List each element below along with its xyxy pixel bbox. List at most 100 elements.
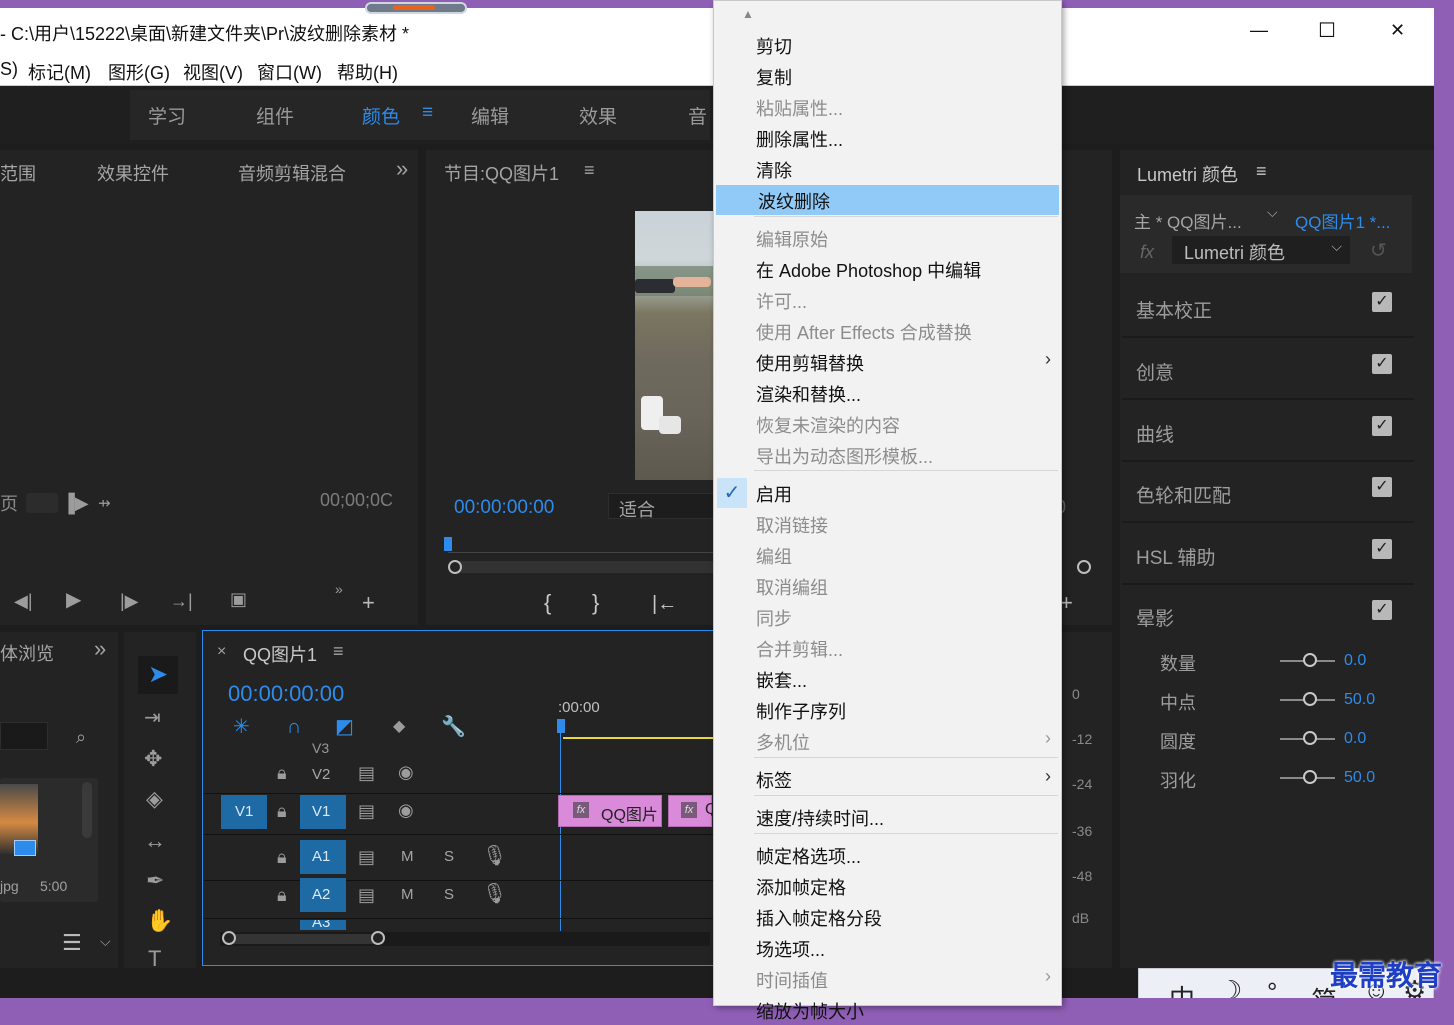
snap-icon[interactable]: ∩ xyxy=(287,717,301,737)
linked-selection-icon[interactable]: ◩ xyxy=(335,717,354,737)
minimize-button[interactable]: — xyxy=(1250,20,1268,41)
menu-item[interactable]: 插入帧定格分段 xyxy=(714,902,1061,932)
menu-item[interactable]: 制作子序列 xyxy=(714,695,1061,725)
menu-item[interactable]: 标签 › xyxy=(714,764,1061,794)
insert-marker-icon[interactable]: ⇸ xyxy=(98,496,111,511)
workspace-editing[interactable]: 编辑 xyxy=(471,102,509,129)
menu-item-markers[interactable]: 标记(M) xyxy=(28,59,91,85)
menu-item[interactable]: 取消链接 xyxy=(714,509,1061,539)
menu-item[interactable]: 编组 xyxy=(714,540,1061,570)
timeline-playhead-head[interactable] xyxy=(557,719,565,733)
timeline-clip[interactable]: fx QQ图片 xyxy=(558,795,662,827)
menu-item[interactable]: 导出为动态图形模板... xyxy=(714,440,1061,470)
menu-item-window[interactable]: 窗口(W) xyxy=(257,59,322,85)
insert-icon[interactable]: →| xyxy=(170,592,193,610)
menu-item[interactable]: 取消编组 xyxy=(714,571,1061,601)
vignette-midpoint-value[interactable]: 50.0 xyxy=(1344,691,1375,709)
lumetri-menu-icon[interactable]: ≡ xyxy=(1256,161,1267,182)
menu-item-sequence[interactable]: S) xyxy=(0,59,18,80)
lock-icon[interactable]: 🔒︎ xyxy=(277,802,287,820)
section-checkbox[interactable]: ✓ xyxy=(1372,354,1392,374)
solo-button[interactable]: S xyxy=(444,886,454,903)
zoom-handle-right[interactable] xyxy=(371,931,385,945)
mark-out-icon[interactable]: } xyxy=(592,592,599,614)
program-zoom-bar[interactable] xyxy=(450,561,720,573)
timeline-menu-icon[interactable]: ≡ xyxy=(333,641,344,662)
program-menu-icon[interactable]: ≡ xyxy=(584,160,595,181)
timeline-title[interactable]: QQ图片1 xyxy=(243,641,317,667)
mute-button[interactable]: M xyxy=(401,848,414,865)
lumetri-section-vignette[interactable]: 晕影 ✓ xyxy=(1122,586,1414,646)
timeline-close-icon[interactable]: × xyxy=(217,643,226,661)
close-button[interactable]: ✕ xyxy=(1390,20,1405,41)
slider-knob[interactable] xyxy=(1303,653,1317,667)
source-more-icon[interactable]: » xyxy=(335,582,343,596)
ime-chinese-mode[interactable]: 中 xyxy=(1169,979,1195,998)
menu-item[interactable]: 速度/持续时间... xyxy=(714,802,1061,832)
chevron-down-icon[interactable]: ⌵ xyxy=(100,934,111,948)
menu-item[interactable]: 使用 After Effects 合成替换 xyxy=(714,316,1061,346)
sync-lock-icon[interactable]: ▤ xyxy=(358,764,375,782)
fit-dropdown[interactable]: 适合 xyxy=(608,493,718,520)
panel-more-icon[interactable]: » xyxy=(94,636,106,662)
hand-tool-icon[interactable]: ✋ xyxy=(146,910,173,932)
menu-item[interactable]: 合并剪辑... xyxy=(714,633,1061,663)
section-checkbox[interactable]: ✓ xyxy=(1372,477,1392,497)
slider-knob[interactable] xyxy=(1303,731,1317,745)
play-icon[interactable]: ▶ xyxy=(66,590,81,610)
pen-tool-icon[interactable]: ✒ xyxy=(146,870,164,892)
add-marker-icon[interactable]: ◆ xyxy=(393,719,405,735)
zoom-handle-left[interactable] xyxy=(222,931,236,945)
workspace-assembly[interactable]: 组件 xyxy=(256,102,294,129)
menu-item[interactable]: 波纹删除 xyxy=(716,185,1059,215)
mark-in-icon[interactable]: { xyxy=(544,592,551,614)
menu-item[interactable]: 粘贴属性... xyxy=(714,92,1061,122)
lock-icon[interactable]: 🔒︎ xyxy=(277,886,287,904)
tab-audio-clip-mixer[interactable]: 音频剪辑混合 xyxy=(238,160,346,186)
menu-item-help[interactable]: 帮助(H) xyxy=(337,59,398,85)
menu-item[interactable]: 许可... xyxy=(714,285,1061,315)
work-area-bar[interactable] xyxy=(563,737,715,739)
find-icon[interactable]: ⌕ xyxy=(76,728,86,746)
lumetri-section-curves[interactable]: 曲线 ✓ xyxy=(1122,402,1414,462)
menu-item[interactable]: 删除属性... xyxy=(714,123,1061,153)
zoom-handle-left[interactable] xyxy=(448,560,462,574)
sync-lock-icon[interactable]: ▤ xyxy=(358,886,375,904)
lumetri-master-clip[interactable]: 主 * QQ图片... xyxy=(1134,208,1242,233)
slip-tool-icon[interactable]: ↔ xyxy=(144,830,166,852)
menu-item[interactable]: 复制 xyxy=(714,61,1061,91)
section-checkbox[interactable]: ✓ xyxy=(1372,539,1392,559)
selection-tool-icon[interactable]: ➤ xyxy=(138,656,178,694)
track-select-tool-icon[interactable]: ⇥ xyxy=(144,708,161,728)
project-scrollbar[interactable] xyxy=(82,782,92,838)
lumetri-active-clip[interactable]: QQ图片1 *... xyxy=(1295,208,1390,233)
solo-button[interactable]: S xyxy=(444,848,454,865)
ripple-edit-tool-icon[interactable]: ✥ xyxy=(144,748,162,770)
punctuation-icon[interactable]: °, xyxy=(1267,977,1285,998)
lumetri-effect-dropdown[interactable]: Lumetri 颜色 ⌵ xyxy=(1172,236,1350,264)
timeline-zoom-thumb[interactable] xyxy=(228,934,378,944)
tab-scopes[interactable]: 范围 xyxy=(0,160,36,186)
track-target-a3[interactable]: A3 xyxy=(300,920,346,930)
menu-item-view[interactable]: 视图(V) xyxy=(183,59,243,85)
menu-item-graphics[interactable]: 图形(G) xyxy=(108,59,170,85)
slider-knob[interactable] xyxy=(1303,770,1317,784)
razor-tool-icon[interactable]: ◈ xyxy=(146,788,163,810)
menu-item[interactable]: 同步 xyxy=(714,602,1061,632)
sync-lock-icon[interactable]: ▤ xyxy=(358,802,375,820)
menu-item[interactable]: 缩放为帧大小 xyxy=(714,995,1061,1025)
maximize-button[interactable]: ☐ xyxy=(1318,18,1336,43)
workspace-effects[interactable]: 效果 xyxy=(579,102,617,129)
add-button-icon[interactable]: + xyxy=(362,592,375,614)
mute-button[interactable]: M xyxy=(401,886,414,903)
go-to-in-icon[interactable]: |← xyxy=(652,594,677,614)
microphone-icon[interactable]: 🎙︎ xyxy=(482,846,507,866)
menu-item[interactable]: 帧定格选项... xyxy=(714,840,1061,870)
lumetri-section-hsl[interactable]: HSL 辅助 ✓ xyxy=(1122,525,1414,585)
workspace-color[interactable]: 颜色 xyxy=(362,102,400,129)
lock-icon[interactable]: 🔒︎ xyxy=(277,848,287,866)
menu-item[interactable]: 多机位 › xyxy=(714,726,1061,756)
menu-item[interactable]: 添加帧定格 xyxy=(714,871,1061,901)
menu-item[interactable]: 嵌套... xyxy=(714,664,1061,694)
timeline-timecode[interactable]: 00:00:00:00 xyxy=(228,681,344,707)
